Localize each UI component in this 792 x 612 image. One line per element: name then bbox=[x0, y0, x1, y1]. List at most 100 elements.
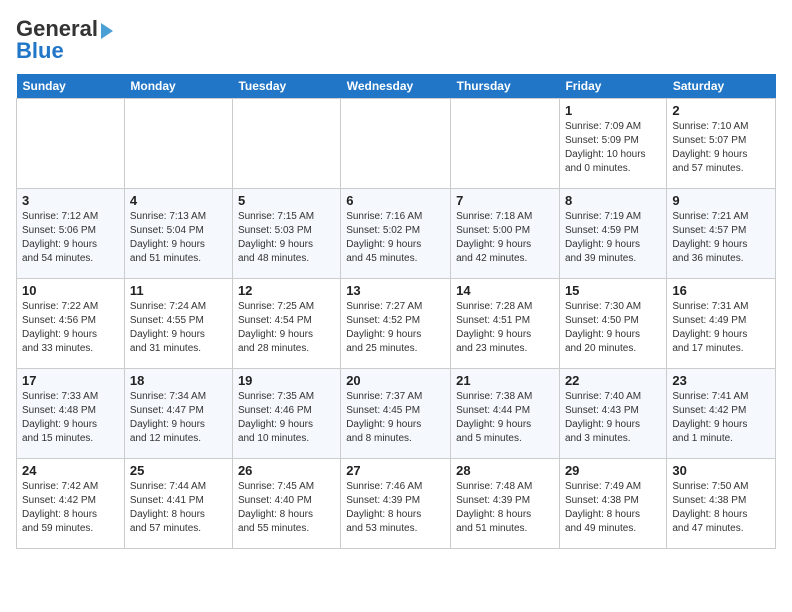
week-row-3: 17 Sunrise: 7:33 AM Sunset: 4:48 PM Dayli… bbox=[17, 369, 776, 459]
day-info: Sunrise: 7:35 AM Sunset: 4:46 PM Dayligh… bbox=[238, 390, 335, 446]
day-number: 5 bbox=[238, 193, 335, 208]
day-number: 2 bbox=[672, 103, 770, 118]
day-info: Sunrise: 7:24 AM Sunset: 4:55 PM Dayligh… bbox=[130, 300, 227, 356]
day-info: Sunrise: 7:12 AM Sunset: 5:06 PM Dayligh… bbox=[22, 210, 119, 266]
day-cell: 19Sunrise: 7:35 AM Sunset: 4:46 PM Dayli… bbox=[232, 369, 340, 459]
day-cell: 4 Sunrise: 7:13 AM Sunset: 5:04 PM Daylig… bbox=[124, 189, 232, 279]
day-cell: 27 Sunrise: 7:46 AM Sunset: 4:39 PM Dayli… bbox=[341, 459, 451, 549]
day-info: Sunrise: 7:19 AM Sunset: 4:59 PM Dayligh… bbox=[565, 210, 661, 266]
day-cell: 18 Sunrise: 7:34 AM Sunset: 4:47 PM Dayli… bbox=[124, 369, 232, 459]
day-cell: 5 Sunrise: 7:15 AM Sunset: 5:03 PM Daylig… bbox=[232, 189, 340, 279]
day-cell: 1 Sunrise: 7:09 AM Sunset: 5:09 PM Daylig… bbox=[559, 99, 666, 189]
day-info: Sunrise: 7:48 AM Sunset: 4:39 PM Dayligh… bbox=[456, 480, 554, 536]
day-info: Sunrise: 7:31 AM Sunset: 4:49 PM Dayligh… bbox=[672, 300, 770, 356]
day-info: Sunrise: 7:18 AM Sunset: 5:00 PM Dayligh… bbox=[456, 210, 554, 266]
day-cell: 17 Sunrise: 7:33 AM Sunset: 4:48 PM Dayli… bbox=[17, 369, 125, 459]
day-cell: 15Sunrise: 7:30 AM Sunset: 4:50 PM Dayli… bbox=[559, 279, 666, 369]
day-info: Sunrise: 7:33 AM Sunset: 4:48 PM Dayligh… bbox=[22, 390, 119, 446]
day-number: 1 bbox=[565, 103, 661, 118]
day-number: 16 bbox=[672, 283, 770, 298]
day-number: 4 bbox=[130, 193, 227, 208]
day-info: Sunrise: 7:44 AM Sunset: 4:41 PM Dayligh… bbox=[130, 480, 227, 536]
day-number: 24 bbox=[22, 463, 119, 478]
day-info: Sunrise: 7:30 AM Sunset: 4:50 PM Dayligh… bbox=[565, 300, 661, 356]
day-number: 25 bbox=[130, 463, 227, 478]
day-cell: 26Sunrise: 7:45 AM Sunset: 4:40 PM Dayli… bbox=[232, 459, 340, 549]
day-number: 9 bbox=[672, 193, 770, 208]
day-number: 8 bbox=[565, 193, 661, 208]
day-cell: 12 Sunrise: 7:25 AM Sunset: 4:54 PM Dayli… bbox=[232, 279, 340, 369]
day-info: Sunrise: 7:34 AM Sunset: 4:47 PM Dayligh… bbox=[130, 390, 227, 446]
header-thursday: Thursday bbox=[451, 74, 560, 99]
day-cell: 7 Sunrise: 7:18 AM Sunset: 5:00 PM Daylig… bbox=[451, 189, 560, 279]
day-info: Sunrise: 7:42 AM Sunset: 4:42 PM Dayligh… bbox=[22, 480, 119, 536]
header-wednesday: Wednesday bbox=[341, 74, 451, 99]
day-number: 20 bbox=[346, 373, 445, 388]
day-info: Sunrise: 7:46 AM Sunset: 4:39 PM Dayligh… bbox=[346, 480, 445, 536]
day-number: 12 bbox=[238, 283, 335, 298]
day-number: 30 bbox=[672, 463, 770, 478]
day-cell bbox=[17, 99, 125, 189]
day-number: 17 bbox=[22, 373, 119, 388]
day-number: 28 bbox=[456, 463, 554, 478]
day-cell: 14 Sunrise: 7:28 AM Sunset: 4:51 PM Dayli… bbox=[451, 279, 560, 369]
day-info: Sunrise: 7:27 AM Sunset: 4:52 PM Dayligh… bbox=[346, 300, 445, 356]
day-number: 3 bbox=[22, 193, 119, 208]
day-cell: 24 Sunrise: 7:42 AM Sunset: 4:42 PM Dayli… bbox=[17, 459, 125, 549]
day-cell: 20 Sunrise: 7:37 AM Sunset: 4:45 PM Dayli… bbox=[341, 369, 451, 459]
day-cell bbox=[451, 99, 560, 189]
day-cell: 13 Sunrise: 7:27 AM Sunset: 4:52 PM Dayli… bbox=[341, 279, 451, 369]
day-info: Sunrise: 7:40 AM Sunset: 4:43 PM Dayligh… bbox=[565, 390, 661, 446]
day-number: 21 bbox=[456, 373, 554, 388]
day-number: 13 bbox=[346, 283, 445, 298]
logo: General Blue bbox=[16, 16, 113, 64]
day-cell: 16 Sunrise: 7:31 AM Sunset: 4:49 PM Dayli… bbox=[667, 279, 776, 369]
header-tuesday: Tuesday bbox=[232, 74, 340, 99]
header-monday: Monday bbox=[124, 74, 232, 99]
day-cell: 22Sunrise: 7:40 AM Sunset: 4:43 PM Dayli… bbox=[559, 369, 666, 459]
day-info: Sunrise: 7:41 AM Sunset: 4:42 PM Dayligh… bbox=[672, 390, 770, 446]
logo-arrow-icon bbox=[101, 23, 113, 39]
day-cell bbox=[124, 99, 232, 189]
day-number: 14 bbox=[456, 283, 554, 298]
header-friday: Friday bbox=[559, 74, 666, 99]
day-cell bbox=[341, 99, 451, 189]
day-cell: 29Sunrise: 7:49 AM Sunset: 4:38 PM Dayli… bbox=[559, 459, 666, 549]
day-cell: 30 Sunrise: 7:50 AM Sunset: 4:38 PM Dayli… bbox=[667, 459, 776, 549]
calendar-table: SundayMondayTuesdayWednesdayThursdayFrid… bbox=[16, 74, 776, 549]
day-number: 23 bbox=[672, 373, 770, 388]
week-row-2: 10 Sunrise: 7:22 AM Sunset: 4:56 PM Dayli… bbox=[17, 279, 776, 369]
day-number: 11 bbox=[130, 283, 227, 298]
day-cell: 11 Sunrise: 7:24 AM Sunset: 4:55 PM Dayli… bbox=[124, 279, 232, 369]
day-cell: 9Sunrise: 7:21 AM Sunset: 4:57 PM Daylig… bbox=[667, 189, 776, 279]
header-sunday: Sunday bbox=[17, 74, 125, 99]
day-info: Sunrise: 7:37 AM Sunset: 4:45 PM Dayligh… bbox=[346, 390, 445, 446]
day-info: Sunrise: 7:15 AM Sunset: 5:03 PM Dayligh… bbox=[238, 210, 335, 266]
day-cell: 23 Sunrise: 7:41 AM Sunset: 4:42 PM Dayli… bbox=[667, 369, 776, 459]
day-number: 18 bbox=[130, 373, 227, 388]
day-cell: 3 Sunrise: 7:12 AM Sunset: 5:06 PM Daylig… bbox=[17, 189, 125, 279]
day-number: 29 bbox=[565, 463, 661, 478]
day-cell: 25 Sunrise: 7:44 AM Sunset: 4:41 PM Dayli… bbox=[124, 459, 232, 549]
day-info: Sunrise: 7:45 AM Sunset: 4:40 PM Dayligh… bbox=[238, 480, 335, 536]
day-cell bbox=[232, 99, 340, 189]
day-cell: 10 Sunrise: 7:22 AM Sunset: 4:56 PM Dayli… bbox=[17, 279, 125, 369]
day-info: Sunrise: 7:16 AM Sunset: 5:02 PM Dayligh… bbox=[346, 210, 445, 266]
day-info: Sunrise: 7:13 AM Sunset: 5:04 PM Dayligh… bbox=[130, 210, 227, 266]
day-info: Sunrise: 7:09 AM Sunset: 5:09 PM Dayligh… bbox=[565, 120, 661, 176]
day-info: Sunrise: 7:10 AM Sunset: 5:07 PM Dayligh… bbox=[672, 120, 770, 176]
day-info: Sunrise: 7:28 AM Sunset: 4:51 PM Dayligh… bbox=[456, 300, 554, 356]
day-number: 10 bbox=[22, 283, 119, 298]
day-cell: 21 Sunrise: 7:38 AM Sunset: 4:44 PM Dayli… bbox=[451, 369, 560, 459]
day-cell: 8 Sunrise: 7:19 AM Sunset: 4:59 PM Daylig… bbox=[559, 189, 666, 279]
day-number: 27 bbox=[346, 463, 445, 478]
day-cell: 2 Sunrise: 7:10 AM Sunset: 5:07 PM Daylig… bbox=[667, 99, 776, 189]
day-info: Sunrise: 7:50 AM Sunset: 4:38 PM Dayligh… bbox=[672, 480, 770, 536]
day-info: Sunrise: 7:38 AM Sunset: 4:44 PM Dayligh… bbox=[456, 390, 554, 446]
day-number: 6 bbox=[346, 193, 445, 208]
week-row-1: 3 Sunrise: 7:12 AM Sunset: 5:06 PM Daylig… bbox=[17, 189, 776, 279]
day-info: Sunrise: 7:22 AM Sunset: 4:56 PM Dayligh… bbox=[22, 300, 119, 356]
day-info: Sunrise: 7:25 AM Sunset: 4:54 PM Dayligh… bbox=[238, 300, 335, 356]
day-cell: 6 Sunrise: 7:16 AM Sunset: 5:02 PM Daylig… bbox=[341, 189, 451, 279]
day-number: 7 bbox=[456, 193, 554, 208]
